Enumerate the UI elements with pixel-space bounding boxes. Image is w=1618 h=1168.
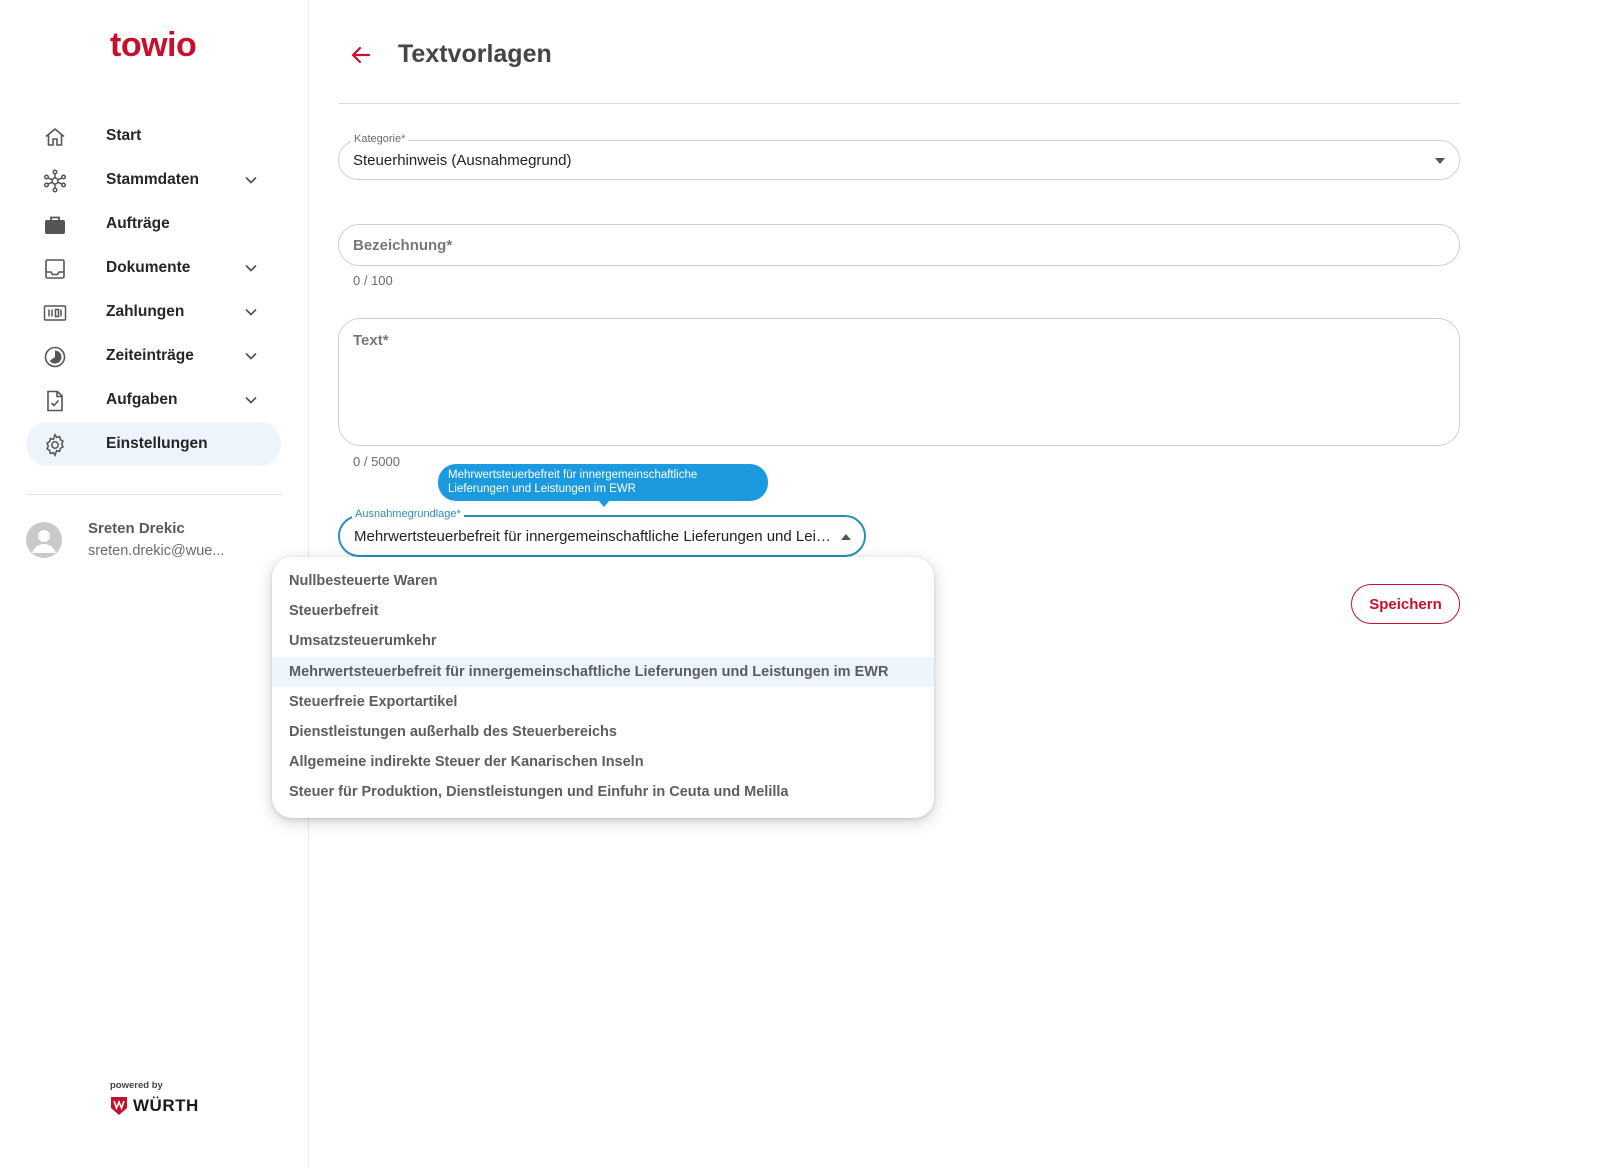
dropdown-option[interactable]: Umsatzsteuerumkehr (272, 626, 934, 656)
caret-down-icon (1435, 158, 1445, 164)
chevron-down-icon[interactable] (243, 304, 259, 320)
towio-logo[interactable]: towio (110, 26, 197, 65)
sidebar-item-label: Einstellungen (106, 435, 208, 452)
sidebar-item-dokumente[interactable]: Dokumente (26, 246, 281, 290)
ausnahme-value: Mehrwertsteuerbefreit für innergemeinsch… (354, 528, 832, 545)
clock-icon (44, 346, 66, 368)
kategorie-label: Kategorie* (351, 133, 409, 145)
bezeichnung-input[interactable]: Bezeichnung* (338, 224, 1460, 266)
ausnahmegrundlage-select[interactable]: Ausnahmegrundlage* Mehrwertsteuerbefreit… (338, 508, 866, 557)
dropdown-option-selected[interactable]: Mehrwertsteuerbefreit für innergemeinsch… (272, 656, 934, 687)
chevron-down-icon[interactable] (243, 172, 259, 188)
sidebar-item-label: Zeiteinträge (106, 347, 194, 364)
dropdown-option[interactable]: Steuer für Produktion, Dienstleistungen … (272, 777, 934, 807)
dropdown-option[interactable]: Steuerfreie Exportartikel (272, 687, 934, 717)
sidebar-item-stammdaten[interactable]: Stammdaten (26, 158, 281, 202)
text-textarea[interactable]: Text* (338, 318, 1460, 446)
bezeichnung-placeholder: Bezeichnung* (353, 237, 453, 254)
wuerth-logo: WÜRTH (110, 1096, 199, 1116)
avatar[interactable] (26, 522, 62, 558)
text-counter: 0 / 5000 (353, 454, 400, 469)
page-title: Textvorlagen (398, 40, 552, 68)
briefcase-icon (45, 216, 65, 234)
kategorie-select[interactable]: Kategorie* Steuerhinweis (Ausnahmegrund) (338, 133, 1460, 180)
header-divider (338, 103, 1460, 104)
ausnahme-dropdown-list: Nullbesteuerte Waren Steuerbefreit Umsat… (272, 557, 934, 818)
save-button[interactable]: Speichern (1351, 584, 1460, 624)
home-icon (45, 127, 65, 146)
caret-up-icon (841, 534, 851, 540)
powered-by-label: powered by (110, 1080, 163, 1091)
wuerth-emblem-icon (111, 1097, 127, 1115)
main-navigation: Start Stammdaten Aufträge Dokumente Zahl… (26, 114, 281, 466)
sidebar-item-label: Aufträge (106, 215, 170, 232)
chevron-down-icon[interactable] (243, 260, 259, 276)
sidebar-item-auftraege[interactable]: Aufträge (26, 202, 281, 246)
dropdown-option[interactable]: Dienstleistungen außerhalb des Steuerber… (272, 717, 934, 747)
back-arrow-icon[interactable] (348, 42, 374, 68)
sidebar-item-label: Dokumente (106, 259, 191, 276)
ausnahme-tooltip: Mehrwertsteuerbefreit für innergemeinsch… (438, 464, 768, 507)
sidebar-item-zeiteintraege[interactable]: Zeiteinträge (26, 334, 281, 378)
bezeichnung-counter: 0 / 100 (353, 273, 393, 288)
text-placeholder: Text* (353, 332, 389, 349)
sidebar-item-label: Zahlungen (106, 303, 185, 320)
sidebar-item-label: Stammdaten (106, 171, 200, 188)
sidebar-divider (26, 494, 282, 495)
sidebar-item-zahlungen[interactable]: Zahlungen (26, 290, 281, 334)
network-icon (43, 169, 67, 193)
user-profile[interactable]: Sreten Drekic sreten.drekic@wue... (26, 518, 286, 568)
sidebar-item-einstellungen[interactable]: Einstellungen (26, 422, 281, 466)
dropdown-option[interactable]: Nullbesteuerte Waren (272, 566, 934, 596)
dropdown-option[interactable]: Allgemeine indirekte Steuer der Kanarisc… (272, 747, 934, 777)
payments-icon (43, 305, 67, 321)
inbox-icon (45, 259, 65, 279)
user-name: Sreten Drekic (88, 520, 185, 537)
user-icon (32, 530, 56, 553)
wuerth-wordmark: WÜRTH (133, 1096, 199, 1115)
kategorie-value: Steuerhinweis (Ausnahmegrund) (353, 152, 572, 169)
gear-icon (46, 433, 64, 457)
sidebar-item-label: Aufgaben (106, 391, 178, 408)
ausnahme-label: Ausnahmegrundlage* (352, 508, 464, 520)
chevron-down-icon[interactable] (243, 348, 259, 364)
task-file-icon (47, 390, 63, 412)
sidebar-item-label: Start (106, 127, 142, 144)
user-email: sreten.drekic@wue... (88, 543, 225, 559)
sidebar-item-aufgaben[interactable]: Aufgaben (26, 378, 281, 422)
sidebar-item-start[interactable]: Start (26, 114, 281, 158)
dropdown-option[interactable]: Steuerbefreit (272, 596, 934, 626)
chevron-down-icon[interactable] (243, 392, 259, 408)
sidebar: towio Start Stammdaten Aufträge Dokument… (0, 0, 309, 1168)
